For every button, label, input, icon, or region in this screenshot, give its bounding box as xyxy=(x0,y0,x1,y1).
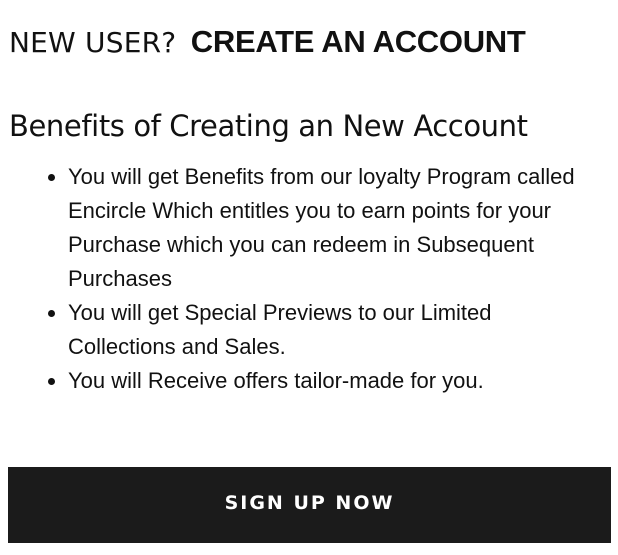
benefits-list: You will get Benefits from our loyalty P… xyxy=(48,160,598,398)
sign-up-label: SIGN UP NOW xyxy=(224,492,395,514)
benefit-item-previews: You will get Special Previews to our Lim… xyxy=(48,296,598,364)
new-user-prefix: NEW USER? xyxy=(9,26,177,59)
benefit-text: You will Receive offers tailor-made for … xyxy=(68,368,484,393)
benefit-text: You will get Benefits from our loyalty P… xyxy=(68,164,575,291)
bullet-icon xyxy=(48,310,55,317)
bullet-icon xyxy=(48,174,55,181)
bullet-icon xyxy=(48,378,55,385)
benefits-title: Benefits of Creating an New Account xyxy=(9,109,528,143)
sign-up-button[interactable]: SIGN UP NOW xyxy=(8,467,611,543)
page-heading: NEW USER? CREATE AN ACCOUNT xyxy=(9,22,526,68)
benefit-item-loyalty: You will get Benefits from our loyalty P… xyxy=(48,160,598,296)
benefit-text: You will get Special Previews to our Lim… xyxy=(68,300,492,359)
benefit-item-offers: You will Receive offers tailor-made for … xyxy=(48,364,598,398)
create-account-title: CREATE AN ACCOUNT xyxy=(190,24,526,59)
